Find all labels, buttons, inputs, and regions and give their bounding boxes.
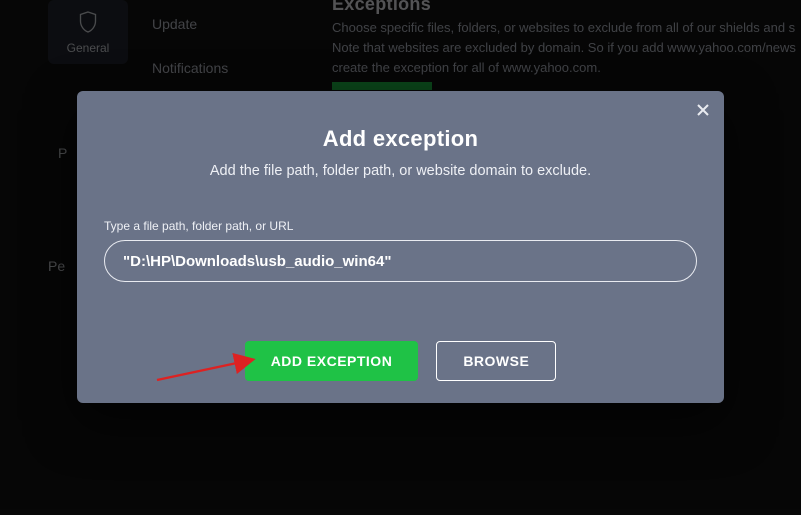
close-button[interactable]	[692, 101, 714, 123]
browse-button[interactable]: BROWSE	[436, 341, 556, 381]
path-input[interactable]	[104, 240, 697, 282]
add-exception-button[interactable]: ADD EXCEPTION	[245, 341, 419, 381]
path-field-label: Type a file path, folder path, or URL	[104, 219, 697, 233]
close-icon	[697, 103, 709, 121]
dialog-title: Add exception	[77, 126, 724, 152]
dialog-subtitle: Add the file path, folder path, or websi…	[77, 163, 724, 179]
add-exception-dialog: Add exception Add the file path, folder …	[77, 91, 724, 403]
dialog-button-row: ADD EXCEPTION BROWSE	[77, 341, 724, 381]
